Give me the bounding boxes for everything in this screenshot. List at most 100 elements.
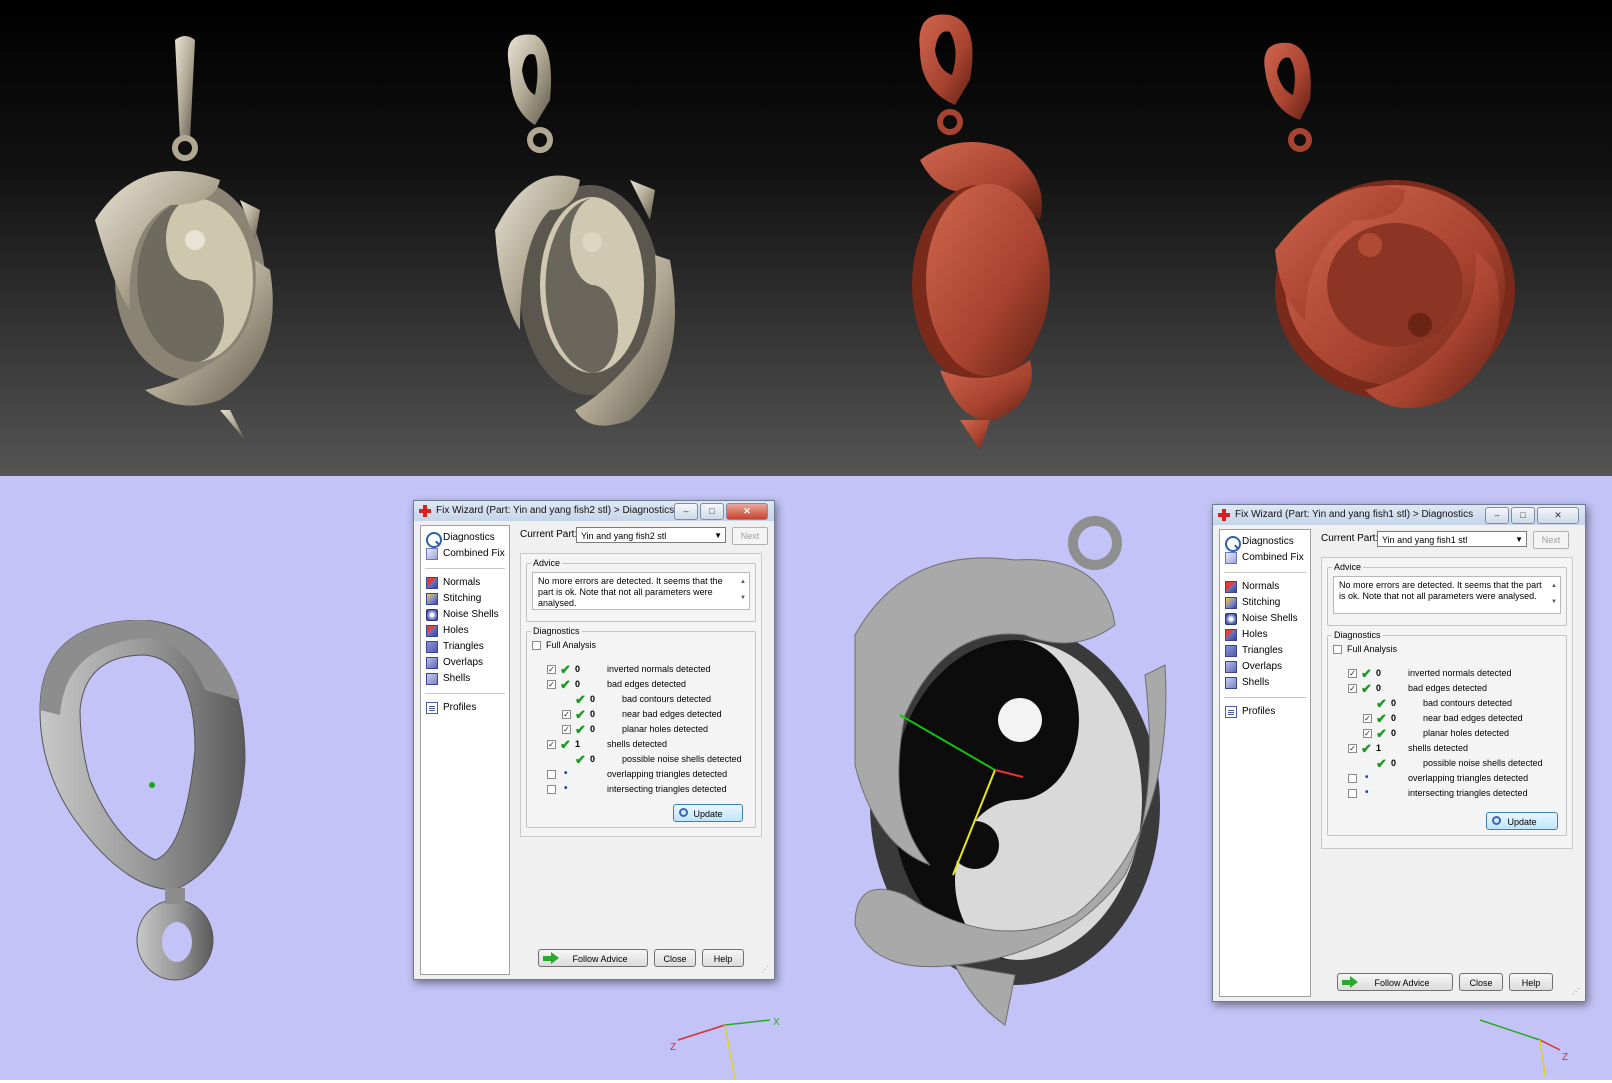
nav-item-triangles[interactable]: Triangles xyxy=(421,639,509,655)
shells-icon xyxy=(1225,677,1237,689)
advice-scrollbar[interactable]: ▲ ▼ xyxy=(738,574,748,608)
checkbox[interactable] xyxy=(1348,789,1357,798)
advice-text-box: No more errors are detected. It seems th… xyxy=(1333,576,1561,614)
green-arrow-icon xyxy=(543,952,559,964)
nav-item-overlaps[interactable]: Overlaps xyxy=(1220,659,1310,675)
diag-row-bad-contours: ✔ 0 bad contours detected xyxy=(575,692,712,707)
maximize-button[interactable]: □ xyxy=(700,503,724,520)
profiles-icon xyxy=(1225,706,1237,718)
nav-item-holes[interactable]: Holes xyxy=(1220,627,1310,643)
noise-shells-icon xyxy=(426,609,438,621)
nav-item-noise-shells[interactable]: Noise Shells xyxy=(1220,611,1310,627)
checkbox[interactable]: ✓ xyxy=(562,725,571,734)
noise-shells-icon xyxy=(1225,613,1237,625)
green-arrow-icon xyxy=(1342,976,1358,988)
checkbox[interactable]: ✓ xyxy=(562,710,571,719)
wizard-nav-panel: Diagnostics Combined Fix Normals Stitchi… xyxy=(420,525,510,975)
diag-row-bad-contours: ✔ 0 bad contours detected xyxy=(1376,696,1513,711)
axis-z-label: Z xyxy=(670,1042,676,1053)
checkbox[interactable] xyxy=(547,770,556,779)
nav-item-shells[interactable]: Shells xyxy=(1220,675,1310,691)
close-window-button[interactable]: ✕ xyxy=(726,503,768,520)
update-button[interactable]: Update xyxy=(1486,812,1558,830)
checkbox[interactable] xyxy=(1348,774,1357,783)
current-part-select[interactable]: Yin and yang fish1 stl ▼ xyxy=(1377,531,1527,547)
triangles-icon xyxy=(426,641,438,653)
advice-scrollbar[interactable]: ▲ ▼ xyxy=(1549,578,1559,612)
pending-dot-icon: • xyxy=(564,783,568,794)
nav-item-diagnostics[interactable]: Diagnostics xyxy=(1220,534,1310,552)
checkbox[interactable] xyxy=(547,785,556,794)
diag-row-near-bad-edges: ✓ ✔ 0 near bad edges detected xyxy=(1363,711,1523,726)
chevron-down-icon: ▼ xyxy=(1515,535,1523,544)
checkmark-icon: ✔ xyxy=(560,662,571,677)
diag-row-bad-edges: ✓ ✔ 0 bad edges detected xyxy=(547,677,687,692)
help-button[interactable]: Help xyxy=(1509,973,1553,991)
close-window-button[interactable]: ✕ xyxy=(1537,507,1579,524)
resize-grip-icon[interactable]: ⋰ xyxy=(1572,988,1580,996)
minimize-button[interactable]: – xyxy=(1485,507,1509,524)
next-button[interactable]: Next xyxy=(1533,531,1569,549)
resize-grip-icon[interactable]: ⋰ xyxy=(761,966,769,974)
nav-item-combined-fix[interactable]: Combined Fix xyxy=(1220,550,1310,566)
nav-item-combined-fix[interactable]: Combined Fix xyxy=(421,546,509,562)
nav-separator xyxy=(425,693,505,694)
checkbox[interactable]: ✓ xyxy=(1363,714,1372,723)
nav-item-normals[interactable]: Normals xyxy=(1220,579,1310,595)
full-analysis-checkbox[interactable] xyxy=(532,641,541,650)
diag-row-overlapping-triangles: • overlapping triangles detected xyxy=(527,767,755,782)
diag-row-near-bad-edges: ✓ ✔ 0 near bad edges detected xyxy=(562,707,722,722)
checkbox[interactable]: ✓ xyxy=(1348,669,1357,678)
diagnostics-group: Diagnostics Full Analysis ✓ ✔ 0 inverted… xyxy=(1327,630,1567,836)
follow-advice-button[interactable]: Follow Advice xyxy=(538,949,648,967)
diag-row-overlapping-triangles: • overlapping triangles detected xyxy=(1328,771,1566,786)
nav-item-normals[interactable]: Normals xyxy=(421,575,509,591)
checkmark-icon: ✔ xyxy=(575,752,586,767)
close-button[interactable]: Close xyxy=(1459,973,1503,991)
checkbox[interactable]: ✓ xyxy=(547,740,556,749)
checkbox[interactable]: ✓ xyxy=(547,680,556,689)
help-button[interactable]: Help xyxy=(702,949,744,967)
checkbox[interactable]: ✓ xyxy=(1348,684,1357,693)
fix-wizard-window-fish2: Fix Wizard (Part: Yin and yang fish2 stl… xyxy=(413,500,775,980)
triangles-icon xyxy=(1225,645,1237,657)
nav-item-stitching[interactable]: Stitching xyxy=(1220,595,1310,611)
minimize-button[interactable]: – xyxy=(674,503,698,520)
nav-item-stitching[interactable]: Stitching xyxy=(421,591,509,607)
checkbox[interactable]: ✓ xyxy=(547,665,556,674)
close-button[interactable]: Close xyxy=(654,949,696,967)
diagnostics-group: Diagnostics Full Analysis ✓ ✔ 0 inverted… xyxy=(526,626,756,828)
axis-z-label: Z xyxy=(1562,1052,1568,1063)
nav-item-holes[interactable]: Holes xyxy=(421,623,509,639)
maximize-button[interactable]: □ xyxy=(1511,507,1535,524)
checkmark-icon: ✔ xyxy=(560,677,571,692)
nav-item-diagnostics[interactable]: Diagnostics xyxy=(421,530,509,548)
checkmark-icon: ✔ xyxy=(1376,696,1387,711)
nav-item-noise-shells[interactable]: Noise Shells xyxy=(421,607,509,623)
advice-text-box: No more errors are detected. It seems th… xyxy=(532,572,750,610)
nav-item-profiles[interactable]: Profiles xyxy=(421,700,509,716)
axis-triad-right: Z xyxy=(1470,1015,1580,1078)
checkbox[interactable]: ✓ xyxy=(1348,744,1357,753)
nav-item-profiles[interactable]: Profiles xyxy=(1220,704,1310,720)
wizard-nav-panel: Diagnostics Combined Fix Normals Stitchi… xyxy=(1219,529,1311,997)
diag-row-bad-edges: ✓ ✔ 0 bad edges detected xyxy=(1348,681,1488,696)
follow-advice-button[interactable]: Follow Advice xyxy=(1337,973,1453,991)
full-analysis-checkbox[interactable] xyxy=(1333,645,1342,654)
next-button[interactable]: Next xyxy=(732,527,768,545)
update-button[interactable]: Update xyxy=(673,804,743,822)
diagnostics-panel: Advice No more errors are detected. It s… xyxy=(520,553,762,837)
window-title-bar: Fix Wizard (Part: Yin and yang fish1 stl… xyxy=(1213,505,1585,525)
yin-yang-fish-model xyxy=(845,515,1185,1075)
diag-row-inverted-normals: ✓ ✔ 0 inverted normals detected xyxy=(1348,666,1512,681)
checkbox[interactable]: ✓ xyxy=(1363,729,1372,738)
current-part-select[interactable]: Yin and yang fish2 stl ▼ xyxy=(576,527,726,543)
nav-item-triangles[interactable]: Triangles xyxy=(1220,643,1310,659)
diag-row-intersecting-triangles: • intersecting triangles detected xyxy=(527,782,755,797)
nav-item-overlaps[interactable]: Overlaps xyxy=(421,655,509,671)
chevron-down-icon: ▼ xyxy=(714,531,722,540)
wizard-content: Current Part: Yin and yang fish2 stl ▼ Ne… xyxy=(514,525,768,975)
silver-pendant-angled-render xyxy=(480,30,720,450)
nav-separator xyxy=(425,568,505,569)
nav-item-shells[interactable]: Shells xyxy=(421,671,509,687)
